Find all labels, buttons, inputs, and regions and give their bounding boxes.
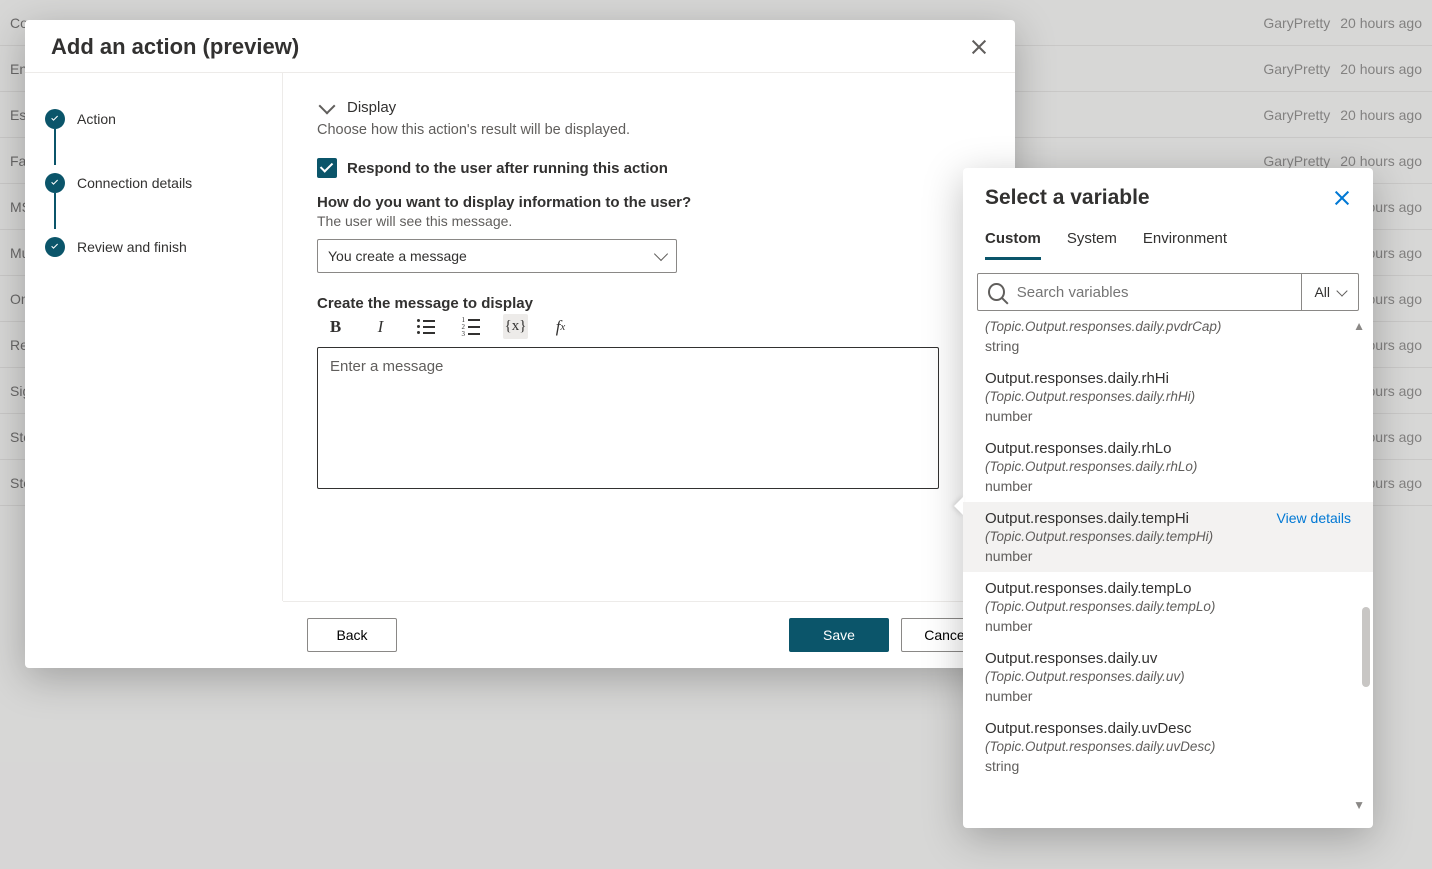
dialog-title: Add an action (preview) [51, 34, 299, 60]
variable-type: number [985, 618, 1351, 634]
message-editor[interactable]: Enter a message [317, 347, 939, 489]
dialog-footer: Back Save Cancel [283, 601, 1015, 668]
chevron-down-icon [1336, 285, 1347, 296]
how-display-question: How do you want to display information t… [317, 194, 981, 211]
tab-system[interactable]: System [1067, 224, 1117, 259]
flyout-title: Select a variable [985, 186, 1150, 210]
variable-path: (Topic.Output.responses.daily.uvDesc) [985, 739, 1351, 754]
insert-variable-button[interactable]: {x} [503, 314, 528, 339]
variable-name: Output.responses.daily.rhLo [985, 440, 1351, 457]
variable-type: string [985, 338, 1351, 354]
stepper: Action Connection details Review and fin… [25, 73, 283, 601]
scroll-down-arrow[interactable]: ▼ [1353, 798, 1365, 812]
tab-environment[interactable]: Environment [1143, 224, 1227, 259]
main-panel: Display Choose how this action's result … [283, 73, 1015, 601]
variable-item[interactable]: Output.responses.daily.rhHi (Topic.Output… [963, 362, 1373, 432]
create-message-label: Create the message to display [317, 295, 981, 312]
variable-path: (Topic.Output.responses.daily.tempLo) [985, 599, 1351, 614]
bullet-list-button[interactable] [413, 314, 438, 339]
variable-name: Output.responses.daily.rhHi [985, 370, 1351, 387]
display-description: Choose how this action's result will be … [317, 122, 981, 138]
editor-toolbar: B I 123 {x} fx [317, 314, 981, 339]
step-review-finish[interactable]: Review and finish [45, 229, 262, 265]
variable-name: Output.responses.daily.uvDesc [985, 720, 1351, 737]
check-circle-icon [45, 173, 65, 193]
variable-search: All [977, 273, 1359, 311]
search-input[interactable] [1015, 283, 1292, 302]
variable-item[interactable]: View detailsOutput.responses.daily.tempH… [963, 502, 1373, 572]
view-details-link[interactable]: View details [1277, 510, 1351, 526]
respond-checkbox[interactable] [317, 158, 337, 178]
display-mode-value: You create a message [328, 248, 467, 264]
variable-list[interactable]: ▲ (Topic.Output.responses.daily.pvdrCap)… [963, 317, 1373, 818]
variable-item[interactable]: Output.responses.daily.uv (Topic.Output.r… [963, 642, 1373, 712]
close-icon[interactable] [969, 37, 989, 57]
step-connection-details[interactable]: Connection details [45, 165, 262, 229]
how-display-sub: The user will see this message. [317, 213, 981, 229]
variable-path: (Topic.Output.responses.daily.tempHi) [985, 529, 1351, 544]
back-button[interactable]: Back [307, 618, 397, 652]
flyout-tabs: Custom System Environment [963, 218, 1373, 259]
scroll-up-arrow[interactable]: ▲ [1353, 319, 1365, 333]
insert-formula-button[interactable]: fx [548, 314, 573, 339]
variable-type: number [985, 408, 1351, 424]
check-circle-icon [45, 109, 65, 129]
step-label: Connection details [77, 175, 192, 191]
close-icon[interactable] [1333, 189, 1351, 207]
italic-button[interactable]: I [368, 314, 393, 339]
chevron-down-icon [319, 97, 336, 114]
variable-path: (Topic.Output.responses.daily.pvdrCap) [985, 319, 1351, 334]
variable-item[interactable]: (Topic.Output.responses.daily.pvdrCap) s… [963, 319, 1373, 362]
chevron-down-icon [654, 247, 668, 261]
variable-type: number [985, 688, 1351, 704]
variable-path: (Topic.Output.responses.daily.rhLo) [985, 459, 1351, 474]
display-mode-select[interactable]: You create a message [317, 239, 677, 273]
variable-type: number [985, 478, 1351, 494]
variable-item[interactable]: Output.responses.daily.rhLo (Topic.Output… [963, 432, 1373, 502]
numbered-list-button[interactable]: 123 [458, 314, 483, 339]
search-icon [988, 283, 1005, 301]
bold-button[interactable]: B [323, 314, 348, 339]
step-label: Action [77, 111, 116, 127]
save-button[interactable]: Save [789, 618, 889, 652]
variable-path: (Topic.Output.responses.daily.uv) [985, 669, 1351, 684]
variable-name: Output.responses.daily.uv [985, 650, 1351, 667]
variable-name: Output.responses.daily.tempLo [985, 580, 1351, 597]
editor-placeholder: Enter a message [330, 358, 443, 375]
filter-label: All [1314, 284, 1330, 300]
variable-type: string [985, 758, 1351, 774]
step-action[interactable]: Action [45, 101, 262, 165]
variable-type: number [985, 548, 1351, 564]
variable-item[interactable]: Output.responses.daily.tempLo (Topic.Outp… [963, 572, 1373, 642]
dialog-header: Add an action (preview) [25, 20, 1015, 73]
add-action-dialog: Add an action (preview) Action Connectio… [25, 20, 1015, 668]
display-heading: Display [347, 99, 396, 116]
check-circle-icon [45, 237, 65, 257]
variable-flyout: Select a variable Custom System Environm… [963, 168, 1373, 828]
variable-item[interactable]: Output.responses.daily.uvDesc (Topic.Outp… [963, 712, 1373, 782]
step-label: Review and finish [77, 239, 187, 255]
respond-checkbox-label: Respond to the user after running this a… [347, 160, 668, 177]
tab-custom[interactable]: Custom [985, 224, 1041, 260]
variable-path: (Topic.Output.responses.daily.rhHi) [985, 389, 1351, 404]
display-section-toggle[interactable]: Display [317, 99, 981, 116]
scrollbar-thumb[interactable] [1362, 607, 1370, 687]
filter-dropdown[interactable]: All [1301, 274, 1358, 310]
